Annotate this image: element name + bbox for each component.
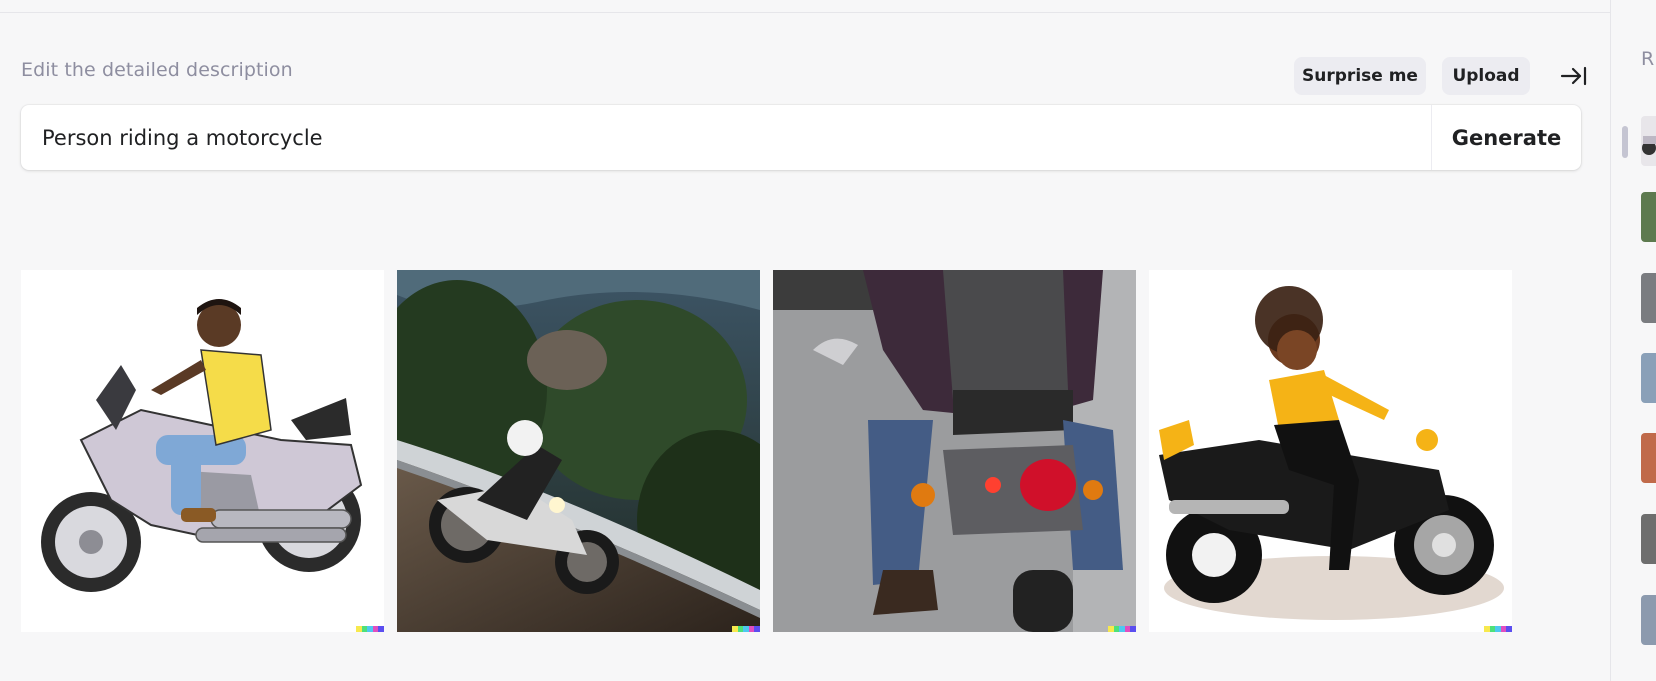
watermark-badge bbox=[1484, 626, 1512, 632]
prompt-input[interactable] bbox=[21, 105, 1431, 170]
result-image-2[interactable] bbox=[397, 270, 760, 632]
history-thumbnail[interactable] bbox=[1641, 514, 1656, 564]
result-image-1[interactable] bbox=[21, 270, 384, 632]
watermark-badge bbox=[1108, 626, 1136, 632]
watermark-badge bbox=[356, 626, 384, 632]
history-scrollbar[interactable] bbox=[1622, 126, 1628, 158]
result-image-4[interactable] bbox=[1149, 270, 1512, 632]
description-hint: Edit the detailed description bbox=[21, 59, 293, 81]
main-area: Edit the detailed description Surprise m… bbox=[0, 13, 1610, 681]
history-thumbnail[interactable] bbox=[1641, 353, 1656, 403]
surprise-me-button[interactable]: Surprise me bbox=[1294, 57, 1426, 95]
top-rule bbox=[0, 0, 1610, 13]
history-panel-title: R bbox=[1641, 48, 1655, 70]
history-thumbnail[interactable] bbox=[1641, 116, 1656, 166]
history-panel: R bbox=[1610, 0, 1656, 681]
history-thumbnail[interactable] bbox=[1641, 273, 1656, 323]
watermark-badge bbox=[732, 626, 760, 632]
generate-button[interactable]: Generate bbox=[1432, 105, 1581, 170]
arrow-right-to-bar-icon[interactable] bbox=[1558, 63, 1590, 89]
upload-button[interactable]: Upload bbox=[1442, 57, 1530, 95]
result-image-3[interactable] bbox=[773, 270, 1136, 632]
history-thumbnail[interactable] bbox=[1641, 192, 1656, 242]
history-thumbnail[interactable] bbox=[1641, 433, 1656, 483]
header-row: Edit the detailed description Surprise m… bbox=[21, 47, 1587, 95]
results-grid bbox=[21, 270, 1581, 632]
prompt-box: Generate bbox=[21, 105, 1581, 170]
history-thumbnail[interactable] bbox=[1641, 595, 1656, 645]
